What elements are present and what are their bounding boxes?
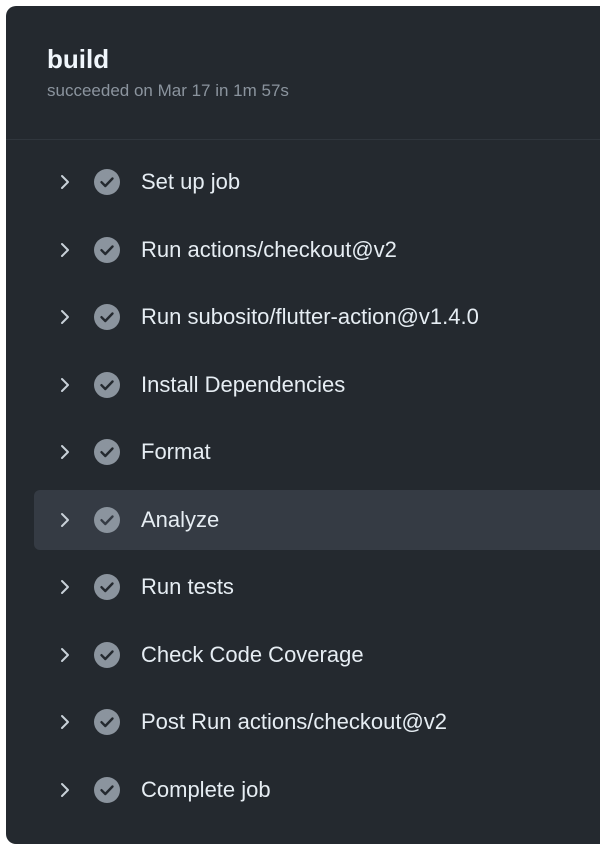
step-label: Run tests [141,574,234,599]
step-label: Set up job [141,169,241,194]
check-circle-icon [94,574,120,600]
chevron-right-icon[interactable] [58,580,72,594]
check-circle-icon [94,709,120,735]
chevron-right-icon[interactable] [58,782,72,797]
step-row-format[interactable]: Format [34,422,600,482]
step-row-run-tests[interactable]: Run tests [34,557,600,617]
job-status: succeeded on Mar 17 in 1m 57s [47,81,289,100]
step-row-run-checkout[interactable]: Run actions/checkout@v2 [34,220,600,280]
check-circle-icon [94,641,120,668]
step-row-analyze[interactable]: Analyze [34,489,600,550]
step-row-check-code-coverage[interactable]: Check Code Coverage [34,625,600,685]
step-label: Format [141,439,211,464]
chevron-right-icon[interactable] [58,445,72,459]
step-label: Install Dependencies [141,371,346,397]
chevron-right-icon[interactable] [58,512,72,527]
chevron-right-icon[interactable] [58,647,72,662]
chevron-right-icon[interactable] [58,242,72,257]
check-circle-icon [94,776,120,803]
chevron-right-icon[interactable] [58,310,72,324]
check-circle-icon [94,304,120,330]
job-title: build [47,44,110,74]
chevron-right-icon[interactable] [58,175,72,189]
job-header: build succeeded on Mar 17 in 1m 57s [6,6,600,140]
check-circle-icon [94,371,120,398]
step-row-set-up-job[interactable]: Set up job [34,152,600,212]
check-circle-icon [94,506,120,533]
job-panel: build succeeded on Mar 17 in 1m 57s Set … [6,6,600,844]
step-row-flutter-action[interactable]: Run subosito/flutter-action@v1.4.0 [34,287,600,347]
step-label: Run actions/checkout@v2 [141,236,397,262]
step-row-post-run-checkout[interactable]: Post Run actions/checkout@v2 [34,692,600,752]
step-label: Check Code Coverage [141,641,364,667]
chevron-right-icon[interactable] [58,377,72,392]
check-circle-icon [94,169,120,195]
step-label: Post Run actions/checkout@v2 [141,709,448,734]
chevron-right-icon[interactable] [58,715,72,729]
step-row-complete-job[interactable]: Complete job [34,760,600,820]
step-label: Analyze [141,506,220,532]
check-circle-icon [94,439,120,465]
check-circle-icon [94,236,120,263]
steps-list: Set up job Run actions/checkout@v2 Run s… [6,152,600,827]
step-row-install-dependencies[interactable]: Install Dependencies [34,355,600,415]
step-label: Complete job [141,776,271,802]
step-label: Run subosito/flutter-action@v1.4.0 [141,304,479,329]
